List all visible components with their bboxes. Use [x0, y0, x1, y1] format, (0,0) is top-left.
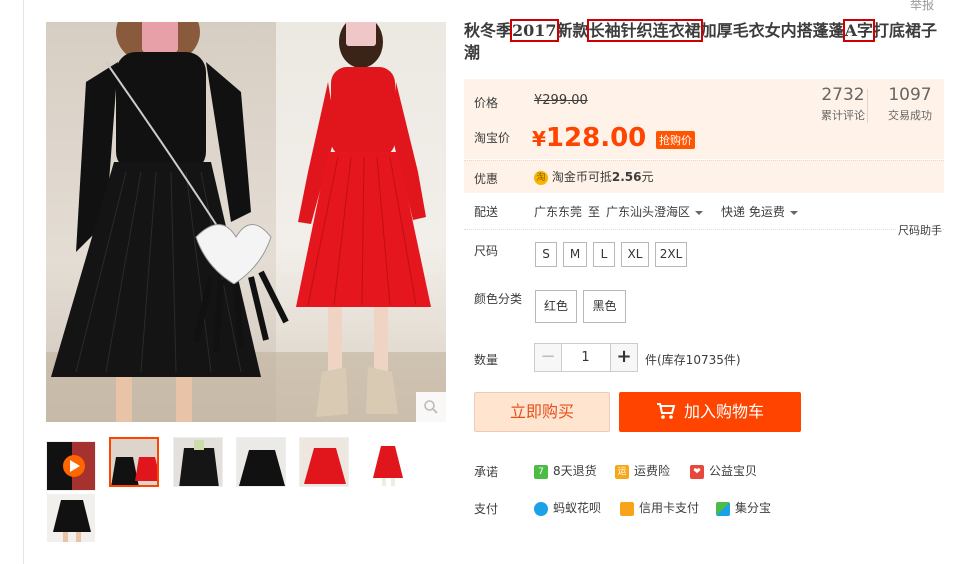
- payment-label: 支付: [474, 502, 499, 516]
- promise-charity[interactable]: ❤ 公益宝贝: [690, 462, 757, 479]
- size-option[interactable]: XL: [621, 242, 649, 267]
- quantity-label: 数量: [474, 353, 499, 367]
- flash-price-badge: 抢购价: [656, 131, 695, 149]
- highlight-year: 2017: [510, 19, 559, 42]
- payment-credit-card[interactable]: 信用卡支付: [620, 499, 699, 516]
- payment-jifenbao[interactable]: 集分宝: [716, 499, 771, 516]
- promise-return[interactable]: 7 8天退货: [534, 462, 597, 479]
- color-label: 颜色分类: [474, 292, 523, 306]
- taobao-price-label: 淘宝价: [474, 131, 511, 145]
- price-label: 价格: [474, 96, 499, 110]
- product-title: 秋冬季2017新款长袖针织连衣裙加厚毛衣女内搭蓬蓬A字打底裙子潮: [464, 19, 938, 62]
- shipping-method-select[interactable]: 快递 免运费: [721, 203, 798, 220]
- huabei-icon: [534, 501, 548, 516]
- left-divider: [23, 0, 24, 564]
- charity-heart-icon: ❤: [690, 464, 704, 479]
- add-to-cart-button[interactable]: 加入购物车: [619, 392, 801, 432]
- thumbnail-6[interactable]: [46, 493, 96, 543]
- thumbnail-1[interactable]: [109, 437, 159, 487]
- ship-to-select[interactable]: 广东汕头澄海区: [606, 203, 704, 220]
- cart-icon: [656, 402, 676, 419]
- color-option[interactable]: 红色: [535, 290, 577, 323]
- chevron-down-icon: [695, 210, 704, 215]
- quantity-decrease-button[interactable]: −: [534, 343, 562, 372]
- main-product-image[interactable]: [46, 22, 446, 422]
- taobao-coin-icon: 淘: [534, 170, 548, 185]
- size-option[interactable]: S: [535, 242, 557, 267]
- current-price: ¥128.00: [532, 123, 647, 153]
- promise-label: 承诺: [474, 465, 499, 479]
- ship-from: 广东东莞: [534, 205, 583, 219]
- divider: [464, 229, 944, 230]
- credit-card-icon: [620, 501, 634, 516]
- size-option[interactable]: L: [593, 242, 615, 267]
- original-price: ¥299.00: [534, 93, 588, 108]
- thumbnail-5[interactable]: [362, 437, 412, 487]
- shipping-insurance-icon: 运: [615, 464, 629, 479]
- zoom-icon[interactable]: [416, 392, 446, 422]
- thumbnail-3[interactable]: [236, 437, 286, 487]
- return-7day-icon: 7: [534, 464, 548, 479]
- price-panel: 价格 ¥299.00 淘宝价 ¥128.00 抢购价 2732 累计评论 109…: [464, 79, 944, 159]
- size-helper-link[interactable]: 尺码助手: [896, 222, 942, 238]
- size-option[interactable]: M: [563, 242, 587, 267]
- promise-shipping-insurance[interactable]: 运运费险: [615, 462, 670, 479]
- buy-now-button[interactable]: 立即购买: [474, 392, 610, 432]
- quantity-increase-button[interactable]: +: [610, 343, 638, 372]
- sales-count: 1097 交易成功: [888, 85, 932, 122]
- thumbnail-2[interactable]: [173, 437, 223, 487]
- size-option[interactable]: 2XL: [655, 242, 687, 267]
- stock-info: 件(库存10735件): [645, 353, 741, 367]
- size-label: 尺码: [474, 244, 499, 258]
- promotion-row: 优惠 淘 淘金币可抵2.56元: [464, 160, 944, 193]
- review-count[interactable]: 2732 累计评论: [813, 85, 873, 123]
- report-link[interactable]: 举报: [910, 0, 934, 13]
- promo-content[interactable]: 淘 淘金币可抵2.56元: [534, 168, 653, 185]
- product-photo-illustration: [51, 22, 431, 422]
- quantity-input[interactable]: 1: [561, 343, 610, 372]
- thumbnail-4[interactable]: [299, 437, 349, 487]
- delivery-label: 配送: [474, 205, 499, 219]
- highlight-a-line: A字: [842, 19, 876, 42]
- color-option[interactable]: 黑色: [583, 290, 626, 323]
- promo-label: 优惠: [474, 172, 499, 186]
- chevron-down-icon: [789, 210, 798, 215]
- highlight-long-sleeve: 长袖针织连衣裙: [586, 19, 703, 42]
- video-thumbnail[interactable]: [46, 441, 96, 491]
- jifenbao-icon: [716, 501, 730, 516]
- payment-huabei[interactable]: 蚂蚁花呗: [534, 499, 601, 516]
